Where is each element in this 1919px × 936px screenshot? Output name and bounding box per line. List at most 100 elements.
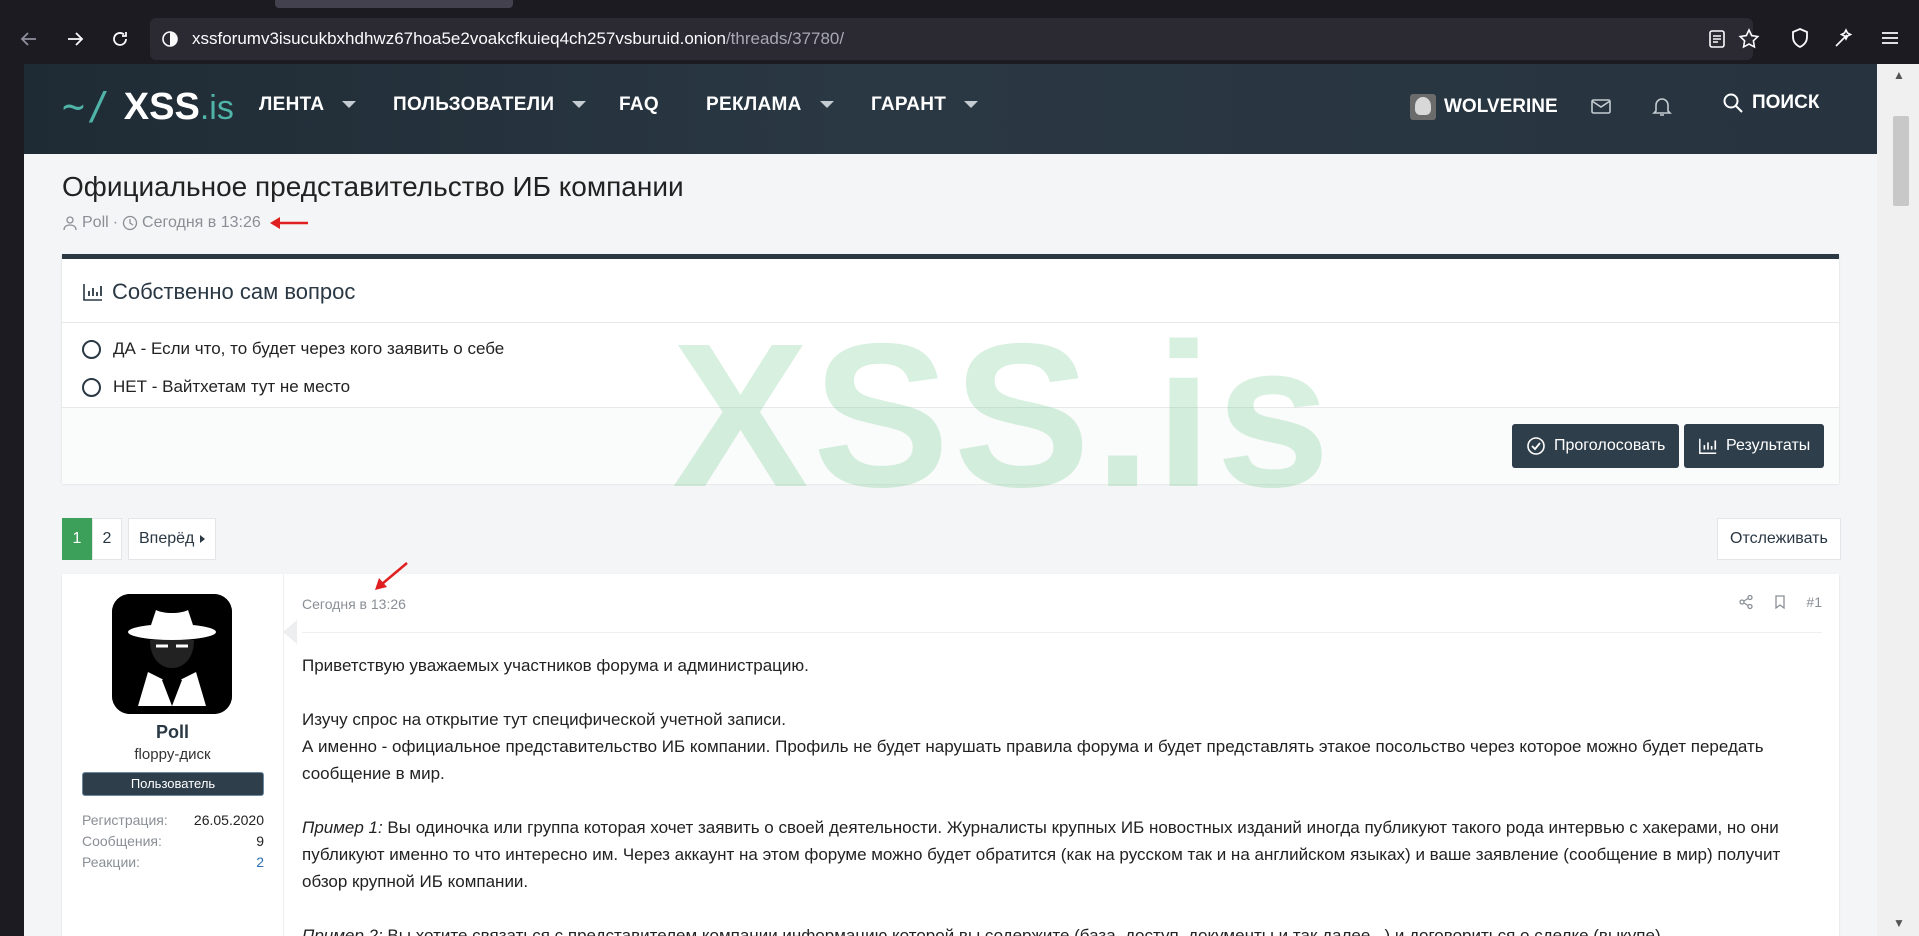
post: Poll floppy-диск Пользователь Регистраци…: [62, 574, 1839, 936]
stat-key: Сообщения:: [82, 833, 162, 849]
url-host: xssforumv3isucukbxhdhwz67hoa5e2voakcfkui…: [192, 29, 726, 48]
avatar[interactable]: [112, 594, 232, 714]
page-2[interactable]: 2: [92, 518, 122, 560]
onion-icon[interactable]: [160, 29, 180, 49]
red-arrow-annotation: [375, 562, 408, 590]
extensions-icon[interactable]: [1832, 26, 1856, 50]
poll-footer: Проголосовать Результаты: [62, 407, 1839, 484]
user-icon: [63, 216, 77, 231]
scroll-down-icon[interactable]: ▼: [1891, 916, 1907, 932]
radio-button[interactable]: [82, 339, 101, 359]
paragraph-text: Вы хотите связаться с представителем ком…: [382, 926, 1666, 936]
scroll-up-icon[interactable]: ▲: [1891, 68, 1907, 84]
next-page-button[interactable]: Вперёд: [128, 518, 217, 560]
poll-block: Собственно сам вопрос ДА - Если что, то …: [62, 254, 1839, 484]
search-button[interactable]: ПОИСК: [1722, 92, 1819, 114]
caret-right-icon: [200, 535, 206, 543]
nav-garant[interactable]: ГАРАНТ: [871, 94, 979, 116]
paragraph-line: Изучу спрос на открытие тут специфическо…: [302, 710, 786, 729]
site-header: ~/ XSS .is ЛЕНТА ПОЛЬЗОВАТЕЛИ FAQ РЕКЛАМ…: [24, 64, 1877, 154]
post-text: Приветствую уважаемых участников форума …: [302, 652, 1822, 936]
stat-reactions: Реакции: 2: [82, 854, 264, 870]
poll-title-text: Собственно сам вопрос: [112, 279, 356, 304]
radio-button[interactable]: [82, 377, 101, 397]
avatar: [1410, 94, 1436, 120]
stat-registration: Регистрация: 26.05.2020: [82, 812, 264, 828]
example-label: Пример 1:: [302, 818, 383, 837]
paragraph: Пример 1: Вы одиночка или группа которая…: [302, 814, 1822, 895]
logo-main: XSS: [123, 86, 200, 128]
post-number[interactable]: #1: [1806, 594, 1822, 610]
url-path: /threads/37780/: [725, 29, 845, 48]
chevron-down-icon[interactable]: [342, 101, 357, 109]
scrollbar-thumb[interactable]: [1893, 116, 1909, 206]
nav-ads[interactable]: РЕКЛАМА: [706, 94, 834, 116]
browser-chrome: xssforumv3isucukbxhdhwz67hoa5e2voakcfkui…: [0, 0, 1919, 64]
red-arrow-annotation: [270, 217, 308, 229]
reader-view-icon[interactable]: [1706, 28, 1728, 50]
divider: [62, 322, 1839, 323]
nav-users-label: ПОЛЬЗОВАТЕЛИ: [393, 94, 555, 115]
results-button[interactable]: Результаты: [1684, 424, 1825, 468]
page-1[interactable]: 1: [62, 518, 92, 560]
chevron-down-icon[interactable]: [964, 101, 979, 109]
post-date[interactable]: Сегодня в 13:26: [302, 596, 406, 612]
nav-users[interactable]: ПОЛЬЗОВАТЕЛИ: [393, 94, 587, 116]
clock-icon: [122, 215, 138, 231]
bell-icon[interactable]: [1650, 94, 1674, 118]
poll-option-yes[interactable]: ДА - Если что, то будет через кого заяви…: [82, 339, 504, 359]
post-username[interactable]: Poll: [62, 722, 283, 743]
nav-garant-label: ГАРАНТ: [871, 94, 947, 115]
url-bar[interactable]: xssforumv3isucukbxhdhwz67hoa5e2voakcfkui…: [150, 18, 1760, 60]
page-viewport: ~/ XSS .is ЛЕНТА ПОЛЬЗОВАТЕЛИ FAQ РЕКЛАМ…: [24, 64, 1877, 936]
stat-value: 26.05.2020: [193, 812, 264, 828]
paragraph: Приветствую уважаемых участников форума …: [302, 656, 809, 675]
post-user-panel: Poll floppy-диск Пользователь Регистраци…: [62, 574, 284, 936]
nav-lenta[interactable]: ЛЕНТА: [259, 94, 357, 116]
spy-hat-icon: [112, 594, 232, 714]
thread-time[interactable]: Сегодня в 13:26: [142, 214, 261, 232]
vote-button[interactable]: Проголосовать: [1512, 424, 1680, 468]
nav-lenta-label: ЛЕНТА: [259, 94, 325, 115]
nav-faq-label: FAQ: [619, 94, 659, 115]
poll-title: Собственно сам вопрос: [82, 279, 355, 305]
paragraph-text: Вы одиночка или группа которая хочет зая…: [302, 818, 1781, 891]
user-badge: Пользователь: [82, 772, 264, 796]
chevron-down-icon[interactable]: [572, 101, 587, 109]
paragraph: Пример 2: Вы хотите связаться с представ…: [302, 922, 1822, 936]
page-scrollbar[interactable]: ▲ ▼: [1877, 64, 1919, 936]
next-label: Вперёд: [139, 530, 195, 547]
forward-icon[interactable]: [58, 22, 92, 56]
stat-key: Реакции:: [82, 854, 140, 870]
share-icon[interactable]: [1738, 594, 1754, 610]
search-label: ПОИСК: [1752, 92, 1820, 113]
user-title: floppy-диск: [134, 746, 211, 763]
thread-author[interactable]: Poll: [82, 214, 109, 232]
poll-option-label: ДА - Если что, то будет через кого заяви…: [113, 339, 505, 358]
url-text[interactable]: xssforumv3isucukbxhdhwz67hoa5e2voakcfkui…: [192, 29, 844, 49]
username: WOLVERINE: [1444, 96, 1558, 117]
shield-icon[interactable]: [1788, 26, 1812, 50]
stat-messages: Сообщения: 9: [82, 833, 264, 849]
bookmark-icon[interactable]: [1772, 594, 1788, 610]
vote-label: Проголосовать: [1554, 437, 1666, 454]
check-circle-icon: [1527, 437, 1545, 455]
bar-chart-icon: [1699, 438, 1717, 454]
reload-icon[interactable]: [103, 22, 137, 56]
menu-icon[interactable]: [1878, 26, 1902, 50]
bookmark-star-icon[interactable]: [1738, 28, 1760, 50]
stat-value[interactable]: 2: [256, 854, 264, 870]
account-menu[interactable]: WOLVERINE: [1410, 94, 1558, 120]
envelope-icon[interactable]: [1589, 94, 1613, 118]
search-icon: [1723, 93, 1743, 113]
site-logo[interactable]: ~/ XSS .is: [62, 84, 234, 130]
active-tab[interactable]: [275, 0, 513, 8]
chevron-down-icon[interactable]: [819, 101, 834, 109]
poll-option-label: НЕТ - Вайтхетам тут не место: [113, 377, 351, 396]
nav-faq[interactable]: FAQ: [619, 94, 659, 116]
logo-suffix: .is: [199, 89, 234, 127]
back-icon[interactable]: [12, 22, 46, 56]
watch-button[interactable]: Отслеживать: [1717, 518, 1841, 560]
page-title: Официальное представительство ИБ компани…: [62, 171, 684, 202]
poll-option-no[interactable]: НЕТ - Вайтхетам тут не место: [82, 377, 350, 397]
